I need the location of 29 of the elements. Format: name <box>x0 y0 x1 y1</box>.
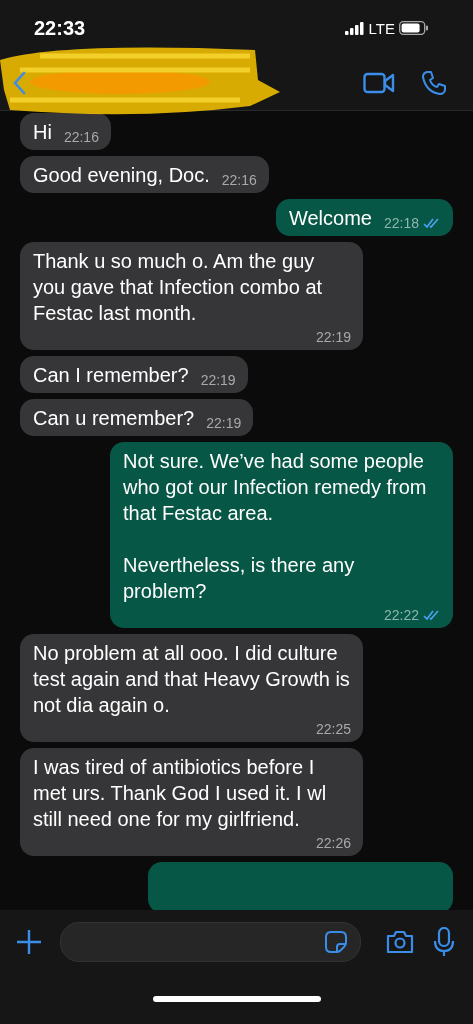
sticker-icon[interactable] <box>324 930 348 954</box>
message-input-field[interactable] <box>60 922 361 962</box>
message-text: Can u remember? <box>33 406 195 431</box>
message-text: Thank u so much o. Am the guy you gave that Infection combo at Festac last month. <box>33 249 324 326</box>
signal-icon <box>344 21 365 35</box>
message-time: 22:26 <box>315 835 351 851</box>
camera-icon[interactable] <box>385 929 415 955</box>
video-call-icon[interactable] <box>363 72 395 94</box>
message-time: 22:25 <box>315 721 351 737</box>
phone-icon[interactable] <box>421 70 447 96</box>
message-text: Good evening, Doc. <box>33 163 210 188</box>
message-text: Welcome <box>288 206 372 231</box>
add-icon[interactable] <box>16 929 42 955</box>
message-time: 22:22 <box>383 607 419 623</box>
battery-icon <box>399 21 429 35</box>
network-label: LTE <box>368 19 395 37</box>
message-time: 22:16 <box>221 172 257 188</box>
message-text: Not sure. We’ve had some people who got our Infection remedy from that Festac area. Nevertheless, is there any problem? <box>123 449 428 604</box>
microphone-icon[interactable] <box>433 927 455 957</box>
message-time: 22:16 <box>63 129 99 145</box>
message-text: I was tired of antibiotics before I met urs. Thank God I used it. I wl still need one for my girlfriend. <box>33 755 328 832</box>
message-text: No problem at all ooo. I did culture test again and that Heavy Growth is not dia again o. <box>33 641 351 718</box>
message-time: 22:19 <box>315 329 351 345</box>
message-time: 22:19 <box>206 415 242 431</box>
status-time: 22:33 <box>34 16 86 40</box>
message-time: 22:19 <box>200 372 236 388</box>
message-time: 22:18 <box>383 215 419 231</box>
message-text: Hi <box>33 120 52 145</box>
message-text: Can I remember? <box>33 363 189 388</box>
